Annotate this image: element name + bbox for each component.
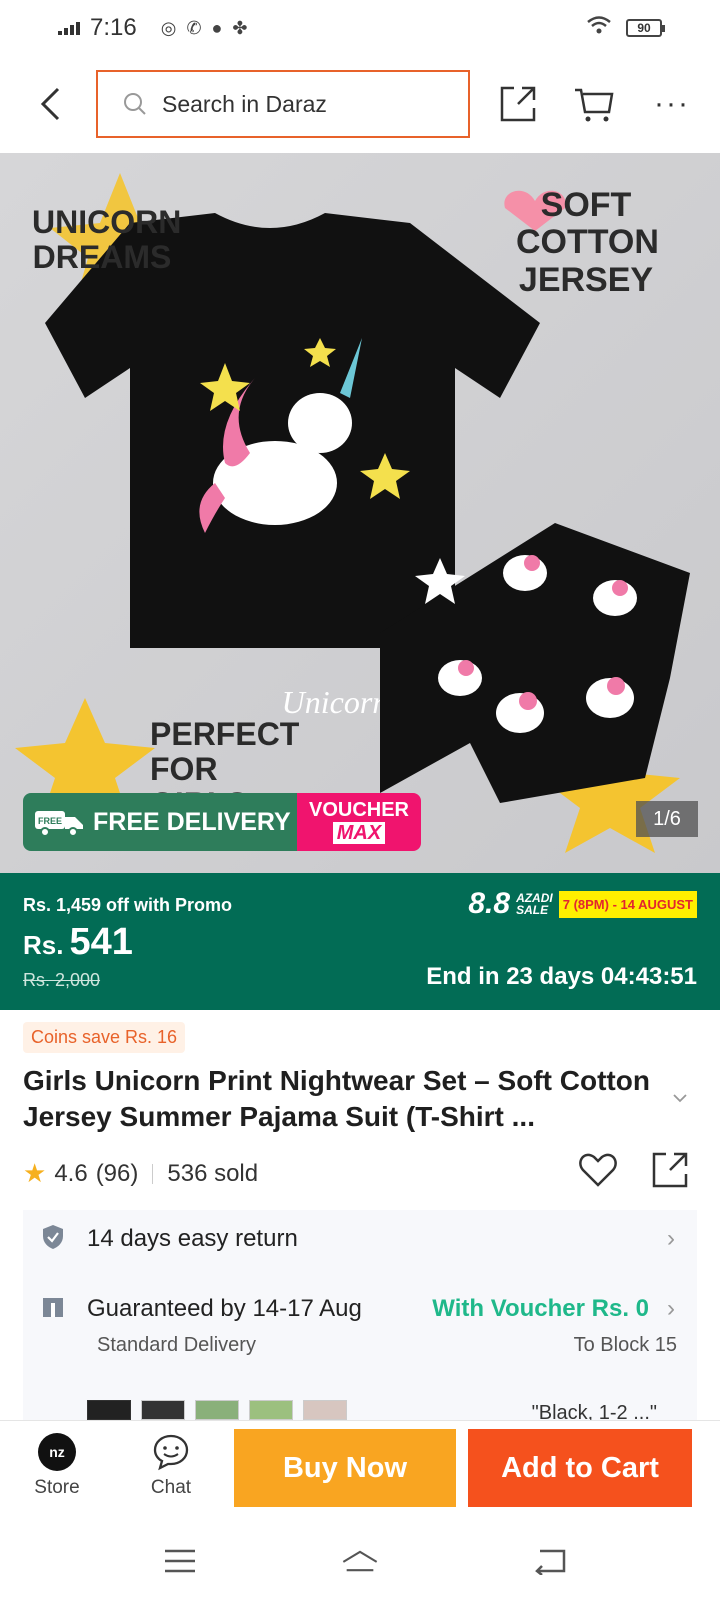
buy-now-button[interactable]: Buy Now: [234, 1429, 456, 1507]
search-placeholder: Search in Daraz: [162, 90, 327, 117]
badge-unicorn-dreams: UNICORN DREAMS: [32, 204, 182, 276]
voucher-label: VOUCHER: [308, 799, 409, 821]
countdown-timer: End in 23 days 04:43:51: [426, 963, 697, 990]
signal-icon: [58, 21, 80, 35]
wifi-icon: [586, 14, 612, 42]
campaign-badge: 8.8 AZADI SALE 7 (8PM) - 14 AUGUST: [468, 887, 697, 921]
delivery-truck-icon: FREE: [33, 807, 85, 837]
store-button[interactable]: nz Store: [12, 1433, 102, 1499]
product-image-carousel[interactable]: Unicorn UNICORN DREAMS SOFT COTTON JERSE…: [0, 153, 720, 873]
title-expand-button[interactable]: [672, 1090, 688, 1108]
price-value: 541: [69, 921, 133, 963]
badge-soft-cotton: SOFT COTTON JERSEY: [516, 186, 659, 299]
variant-thumb[interactable]: [141, 1400, 185, 1420]
voucher-max-label: MAX: [332, 822, 386, 844]
campaign-number: 8.8: [468, 887, 511, 920]
share-icon: [500, 86, 536, 122]
chat-label: Chat: [150, 1477, 192, 1498]
system-back-button[interactable]: [530, 1546, 570, 1576]
shield-icon: [41, 1224, 65, 1255]
chat-icon: [153, 1434, 189, 1471]
menu-icon: [165, 1549, 195, 1573]
bottom-action-bar: nz Store Chat Buy Now Add to Cart: [0, 1420, 720, 1524]
price-currency: Rs.: [23, 930, 64, 960]
chat-button[interactable]: Chat: [126, 1433, 216, 1499]
more-icon: ···: [654, 87, 690, 120]
current-price: Rs. 541: [23, 921, 133, 964]
variant-thumb[interactable]: [87, 1400, 131, 1420]
add-to-cart-button[interactable]: Add to Cart: [468, 1429, 692, 1507]
chevron-right-icon: ›: [667, 1225, 675, 1252]
delivery-detail-row: Standard Delivery To Block 15: [23, 1330, 697, 1360]
cart-icon: [575, 88, 614, 122]
back-button[interactable]: [30, 84, 70, 124]
battery-icon: 90: [626, 19, 665, 37]
search-input[interactable]: Search in Daraz: [96, 70, 470, 138]
delivery-destination: To Block 15: [573, 1333, 677, 1356]
delivery-box-icon: [41, 1296, 65, 1323]
free-delivery-label: FREE DELIVERY: [93, 807, 291, 836]
review-count: (96): [95, 1159, 139, 1187]
price-section: Rs. 1,459 off with Promo Rs. 541 Rs. 2,00…: [0, 873, 720, 1010]
original-price: Rs. 2,000: [23, 970, 101, 990]
share-product-button[interactable]: [650, 1150, 690, 1195]
system-home-button[interactable]: [340, 1546, 380, 1576]
shirt-print-text: Unicorn: [282, 684, 389, 720]
variant-thumbnails[interactable]: [87, 1400, 347, 1420]
rating-row[interactable]: ★ 4.6 (96) 536 sold: [23, 1158, 258, 1189]
product-title: Girls Unicorn Print Nightwear Set – Soft…: [23, 1065, 650, 1132]
system-menu-button[interactable]: [160, 1546, 200, 1576]
battery-level: 90: [637, 21, 651, 35]
whatsapp-icon: ✆: [186, 17, 202, 38]
delivery-row[interactable]: Guaranteed by 14-17 Aug With Voucher Rs.…: [23, 1292, 697, 1326]
message-icon: ●: [211, 17, 223, 38]
divider: [152, 1163, 154, 1184]
slide-counter: 1/6: [636, 801, 698, 837]
wishlist-button[interactable]: [578, 1152, 618, 1193]
campaign-sale: SALE: [516, 903, 549, 917]
delivery-type: Standard Delivery: [97, 1333, 256, 1356]
system-nav-bar: [0, 1524, 720, 1600]
sold-count: 536 sold: [167, 1159, 259, 1187]
cart-button[interactable]: [572, 82, 616, 126]
store-label: Store: [34, 1477, 80, 1498]
free-tag: FREE: [38, 816, 62, 826]
variant-thumb[interactable]: [249, 1400, 293, 1420]
status-bar: 7:16 ◎ ✆ ● ✤ 90: [0, 0, 720, 56]
campaign-date: 7 (8PM) - 14 AUGUST: [558, 890, 697, 918]
services-panel: 14 days easy return › Guaranteed by 14-1…: [23, 1210, 697, 1424]
instagram-icon: ◎: [160, 17, 177, 38]
variant-thumb[interactable]: [195, 1400, 239, 1420]
promo-banner: FREE FREE DELIVERY VOUCHER MAX: [23, 793, 421, 851]
return-policy-row[interactable]: 14 days easy return ›: [23, 1224, 697, 1254]
star-icon: ★: [23, 1158, 47, 1188]
coins-badge: Coins save Rs. 16: [23, 1022, 186, 1053]
top-nav: Search in Daraz ···: [0, 62, 720, 146]
back-arrow-icon: [40, 87, 60, 121]
heart-icon: [579, 1153, 617, 1187]
chevron-down-icon: [673, 1094, 687, 1103]
delivery-label: Guaranteed by 14-17 Aug: [87, 1295, 362, 1322]
variant-thumb[interactable]: [303, 1400, 347, 1420]
search-icon: [124, 93, 146, 115]
share-button[interactable]: [496, 82, 540, 126]
back-icon: [535, 1549, 566, 1575]
delivery-voucher: With Voucher Rs. 0: [432, 1295, 649, 1322]
return-label: 14 days easy return: [87, 1225, 298, 1252]
rating-value: 4.6: [54, 1159, 88, 1187]
promo-off-text: Rs. 1,459 off with Promo: [23, 895, 233, 915]
share-icon: [652, 1152, 688, 1188]
store-logo: nz: [38, 1433, 76, 1471]
chevron-right-icon: ›: [667, 1295, 675, 1322]
status-time: 7:16: [90, 14, 137, 41]
more-button[interactable]: ···: [650, 82, 694, 126]
app-icon: ✤: [232, 17, 248, 38]
home-icon: [342, 1550, 378, 1572]
